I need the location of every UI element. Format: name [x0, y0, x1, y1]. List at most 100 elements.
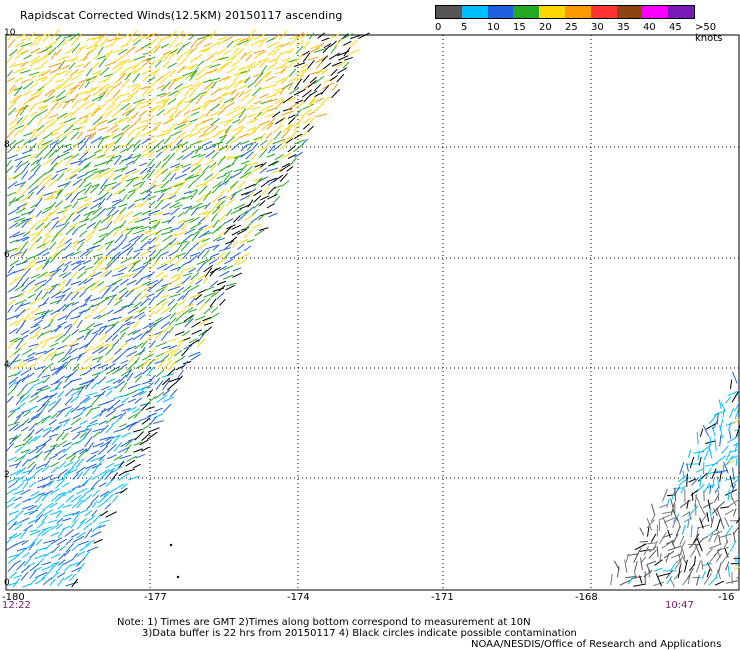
wind-barb [154, 199, 164, 210]
wind-barb [174, 100, 183, 110]
wind-barb [6, 395, 14, 403]
wind-barb [98, 126, 108, 131]
wind-barb [50, 571, 59, 580]
wind-barb [250, 153, 257, 161]
wind-barb [160, 260, 171, 266]
wind-barb [29, 569, 37, 579]
wind-barb [69, 573, 77, 582]
wind-barb [76, 437, 86, 445]
wind-barb [286, 166, 294, 172]
wind-barb [84, 304, 94, 313]
wind-barb [225, 208, 233, 217]
wind-barb [7, 107, 17, 116]
wind-barb [71, 43, 81, 53]
wind-barb [181, 103, 190, 112]
wind-barb [219, 270, 230, 277]
wind-map [5, 29, 740, 591]
wind-barb [282, 108, 293, 112]
x-tick-label: -171 [431, 592, 454, 603]
wind-barb [49, 201, 57, 210]
wind-barb [106, 220, 113, 229]
note-line-1: Note: 1) Times are GMT 2)Times along bot… [117, 617, 531, 628]
wind-barb [48, 179, 58, 188]
wind-barb [183, 110, 191, 116]
wind-barb [111, 128, 120, 134]
wind-barb [189, 56, 197, 64]
wind-barb [139, 103, 151, 109]
wind-barb [126, 115, 134, 123]
wind-barb [258, 148, 268, 159]
wind-barb [698, 502, 706, 515]
wind-barb [30, 82, 38, 89]
wind-barb [295, 45, 304, 55]
wind-barb [132, 143, 141, 153]
wind-barb [69, 222, 79, 228]
wind-barb [216, 200, 226, 209]
wind-barb [100, 254, 111, 260]
wind-barb [79, 218, 90, 224]
wind-barb [42, 376, 51, 384]
wind-barb [244, 214, 255, 221]
wind-barb [49, 268, 62, 274]
wind-barb [224, 175, 233, 186]
wind-barb [7, 387, 16, 396]
wind-barb [162, 396, 175, 403]
wind-barb [132, 408, 141, 414]
wind-barb [41, 529, 50, 537]
wind-barb [208, 258, 218, 265]
wind-barb [181, 84, 194, 89]
wind-barb [120, 78, 130, 89]
wind-barb [8, 510, 19, 516]
time-label-left: 12:22 [2, 600, 31, 611]
wind-barb [139, 251, 149, 257]
wind-barb [105, 347, 114, 356]
wind-barb [120, 359, 129, 364]
wind-barb [82, 51, 91, 61]
wind-barb [128, 398, 137, 403]
wind-barb [64, 529, 75, 538]
wind-barb [722, 408, 726, 418]
wind-barb [28, 495, 38, 501]
wind-barb [105, 409, 117, 418]
wind-barb [219, 188, 227, 195]
wind-barb [43, 212, 52, 223]
wind-barb [331, 83, 338, 92]
wind-barb [90, 531, 102, 538]
wind-barb [23, 132, 33, 137]
wind-barb [245, 53, 253, 62]
wind-barb [176, 299, 186, 307]
wind-barb [238, 90, 245, 98]
wind-barb [273, 130, 282, 141]
wind-barb [210, 88, 221, 96]
colorbar-label: 20 [539, 22, 552, 33]
wind-barb [126, 279, 137, 286]
wind-barb [244, 88, 252, 95]
wind-barb [64, 291, 73, 302]
wind-barb [231, 129, 243, 138]
wind-barb [211, 141, 224, 146]
wind-barb [71, 227, 79, 236]
colorbar-label: 35 [617, 22, 630, 33]
wind-barb [259, 139, 268, 146]
wind-barb [36, 172, 47, 182]
wind-barb [107, 117, 117, 124]
wind-barb [83, 356, 92, 364]
wind-barb [184, 48, 193, 55]
wind-barb [27, 383, 36, 393]
wind-barb [71, 168, 81, 174]
wind-barb [111, 109, 121, 119]
wind-barb [27, 32, 36, 42]
wind-barb [300, 63, 308, 69]
wind-barb [20, 330, 30, 336]
wind-barb [27, 114, 37, 126]
wind-barb [247, 199, 254, 208]
wind-barb [58, 545, 66, 552]
wind-barb [176, 53, 183, 62]
wind-barb [13, 347, 21, 355]
wind-barb [14, 186, 22, 195]
wind-barb [41, 437, 53, 446]
wind-barb [153, 45, 161, 53]
wind-barb [195, 157, 204, 167]
wind-barb [141, 423, 152, 431]
wind-barb [667, 529, 671, 538]
